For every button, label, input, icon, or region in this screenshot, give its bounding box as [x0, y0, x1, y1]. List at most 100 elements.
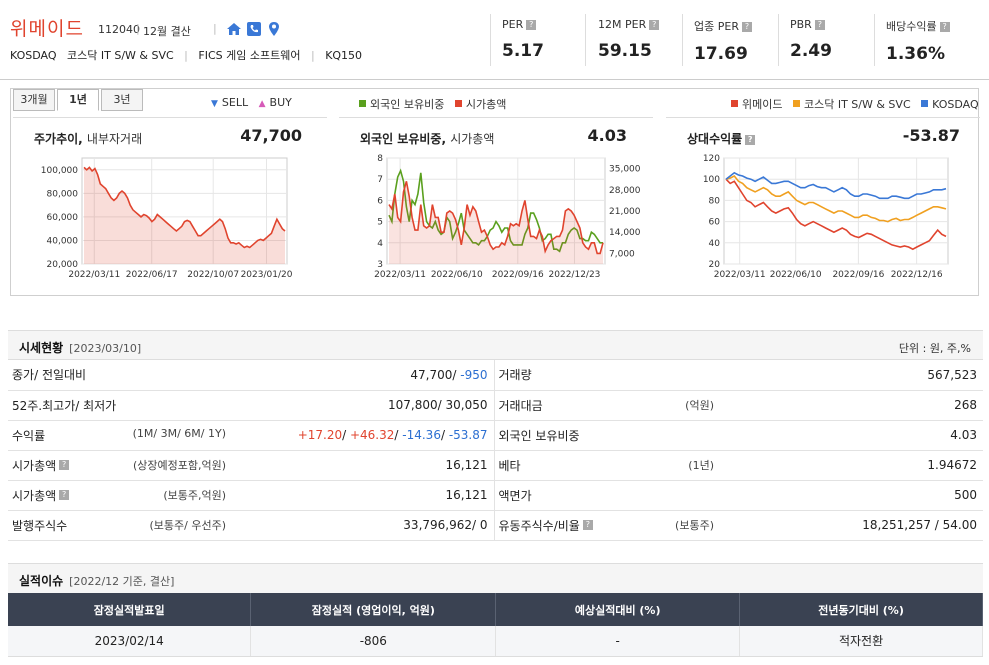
fiscal-settlement: 12월 결산: [143, 25, 191, 38]
row-label: 시가총액? (보통주,억원): [8, 480, 230, 511]
x-tick-label: 2022/06/17: [126, 270, 178, 280]
label-text: 시가총액: [12, 458, 57, 473]
label-text: 수익률: [12, 428, 46, 443]
table-row: 52주.최고가/ 최저가 107,800/ 30,050 거래대금 (억원) 268: [8, 390, 983, 421]
row-value: 33,796,962/ 0: [230, 510, 494, 541]
row-value: 1.94672: [718, 450, 983, 481]
row-value: 16,121: [230, 480, 494, 511]
row-value: 47,700/ -950: [230, 360, 494, 391]
section-date: [2022/12 기준, 결산]: [69, 575, 175, 588]
divider: [585, 14, 586, 66]
help-icon[interactable]: ?: [59, 459, 70, 470]
label-text: 52주.최고가/ 최저가: [12, 398, 117, 413]
metric-pbr: PBR? 2.49: [790, 18, 832, 61]
legend-sell: SELL: [221, 96, 249, 109]
help-icon[interactable]: ?: [649, 20, 660, 30]
label-sub: (억원): [685, 398, 714, 412]
location-pin-icon[interactable]: [266, 21, 282, 37]
help-icon[interactable]: ?: [59, 489, 70, 500]
y-tick-label: 20: [709, 260, 721, 270]
metric-label: 업종 PER: [694, 20, 739, 33]
help-icon[interactable]: ?: [814, 20, 825, 30]
company-meta: KOSDAQ 코스닥 IT S/W & SVC | FICS 게임 소프트웨어 …: [10, 47, 362, 63]
legend-swatch: [359, 100, 366, 107]
metric-value: 17.69: [694, 44, 748, 64]
panel-headline: 47,700: [240, 126, 302, 145]
row-value: +17.20/ +46.32/ -14.36/ -53.87: [230, 420, 494, 451]
earn-yoy: 적자전환: [739, 626, 983, 657]
left-value-change: -950: [456, 367, 488, 382]
return-value: -53.87: [448, 428, 488, 442]
index-label: KQ150: [325, 49, 363, 62]
metric-per: PER? 5.17: [502, 18, 544, 61]
help-icon[interactable]: ?: [582, 519, 593, 530]
label-sub: (보통주): [675, 518, 714, 532]
label-text: 외국인 보유비중: [498, 428, 580, 443]
section-title: 시세현황 [2023/03/10]: [19, 339, 141, 356]
x-tick-label: 2022/12/16: [891, 270, 943, 280]
help-icon[interactable]: ?: [939, 22, 950, 32]
y2-tick-label: 14,000: [609, 228, 641, 238]
y-tick-label: 60: [709, 218, 721, 228]
y-tick-label: 40: [709, 239, 721, 249]
label-sub: (상장예정포함,억원): [132, 458, 226, 472]
section-title-text: 시세현황: [19, 341, 64, 355]
panel-title-sub: 시가총액: [450, 132, 495, 146]
company-name[interactable]: 위메이드: [10, 14, 84, 41]
divider: [490, 14, 491, 66]
help-icon[interactable]: ?: [745, 135, 756, 145]
left-value: 16,121: [445, 458, 488, 472]
x-tick-label: 2023/01/20: [241, 270, 293, 280]
return-value: +17.20: [297, 428, 343, 442]
y-tick-label: 7: [377, 175, 383, 185]
tab-1y[interactable]: 1년: [57, 89, 99, 111]
return-value: -14.36: [402, 428, 441, 442]
metric-label: PBR: [790, 18, 812, 31]
earn-prelim: -806: [250, 626, 497, 657]
earn-col-vs-estimate: 예상실적대비 (%): [495, 593, 741, 626]
row-value: 4.03: [718, 420, 983, 451]
y-tick-label: 20,000: [47, 260, 79, 270]
company-code: 112040: [98, 23, 140, 36]
metric-value: 59.15: [598, 41, 652, 61]
y-tick-label: 100: [703, 175, 720, 185]
phone-icon[interactable]: [246, 21, 262, 37]
label-text: 거래량: [498, 368, 532, 383]
x-tick-label: 2022/09/16: [492, 270, 544, 280]
fics-label: FICS 게임 소프트웨어: [198, 49, 301, 62]
left-value: 33,796,962/ 0: [403, 518, 488, 532]
tab-3y[interactable]: 3년: [101, 89, 143, 111]
panel-title: 외국인 보유비중, 시가총액: [360, 132, 495, 146]
table-row: 수익률 (1M/ 3M/ 6M/ 1Y) +17.20/ +46.32/ -14.3…: [8, 420, 983, 451]
x-tick-label: 2022/10/07: [187, 270, 239, 280]
divider: [778, 14, 779, 66]
earn-col-yoy: 전년동기대비 (%): [739, 593, 983, 626]
metric-industry-per: 업종 PER? 17.69: [694, 18, 752, 64]
relative-chart[interactable]: 120 100 80 60 40 202022/03/11 2022/06/10 2022/0…: [666, 154, 980, 294]
price-chart[interactable]: 100,000 80,000 60,000 40,000 20,0002022/03/1…: [13, 154, 327, 294]
help-icon[interactable]: ?: [741, 22, 752, 32]
legend-swatch: [921, 100, 929, 107]
foreign-legend: 외국인 보유비중 시가총액: [359, 96, 506, 112]
row-label: 발행주식수 (보통주/ 우선주): [8, 510, 230, 541]
label-sub: (보통주/ 우선주): [149, 518, 226, 532]
metric-value: 5.17: [502, 41, 544, 61]
foreign-chart[interactable]: 8 7 6 5 4 3 35,000 28,000 21,000 14,000 7,000 2022/…: [339, 154, 653, 294]
metric-value: 2.49: [790, 41, 832, 61]
relative-legend: 위메이드 코스닥 IT S/W & SVC KOSDAQ: [731, 96, 979, 112]
divider: [682, 14, 683, 66]
label-text: 발행주식수: [12, 518, 68, 533]
panel-title-sub: 내부자거래: [86, 132, 143, 146]
tab-3m[interactable]: 3개월: [13, 89, 55, 111]
label-text: 시가총액: [12, 488, 57, 503]
row-label: 베타 (1년): [493, 450, 718, 481]
row-value: 16,121: [230, 450, 494, 481]
label-text: 액면가: [498, 488, 532, 503]
label-text: 종가/ 전일대비: [12, 368, 87, 383]
home-icon[interactable]: [226, 21, 242, 37]
help-icon[interactable]: ?: [526, 20, 537, 30]
section-title: 실적이슈 [2022/12 기준, 결산]: [19, 572, 174, 589]
row-label: 52주.최고가/ 최저가: [8, 390, 230, 421]
panel-headline: -53.87: [902, 126, 960, 145]
y-tick-label: 5: [377, 218, 383, 228]
